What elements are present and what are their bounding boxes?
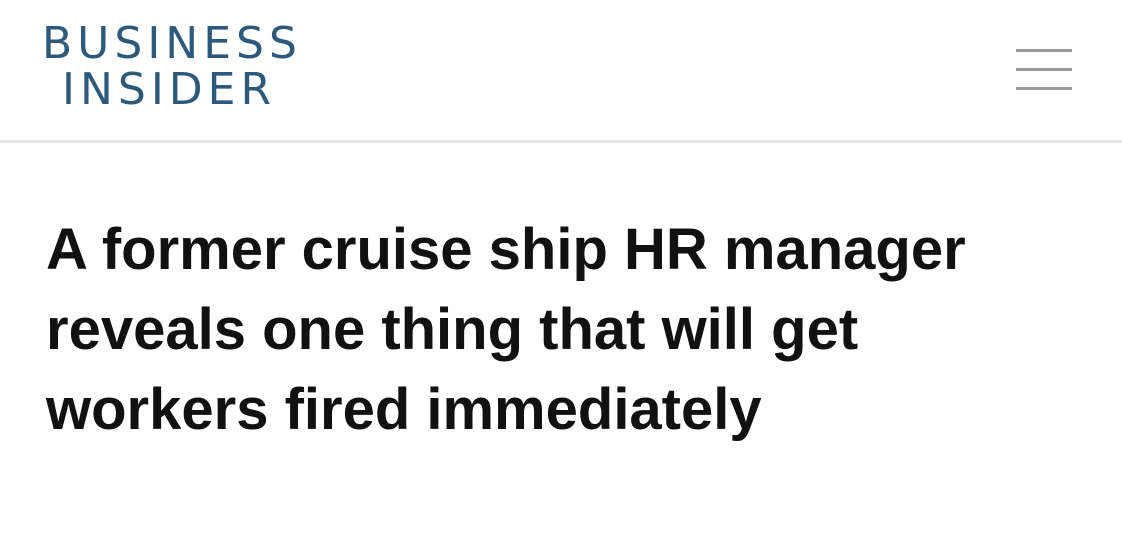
logo-line-business: BUSINESS (42, 18, 302, 69)
hamburger-menu-icon[interactable] (1012, 46, 1074, 94)
article-headline: A former cruise ship HR manager reveals … (46, 217, 966, 442)
logo-line-insider: INSIDER (62, 64, 277, 115)
menu-bar-bottom (1016, 87, 1072, 90)
site-header: BUSINESS INSIDER (0, 0, 1122, 143)
menu-bar-top (1016, 49, 1072, 52)
menu-bar-middle (1016, 68, 1072, 71)
business-insider-logo[interactable]: BUSINESS INSIDER (42, 22, 302, 112)
